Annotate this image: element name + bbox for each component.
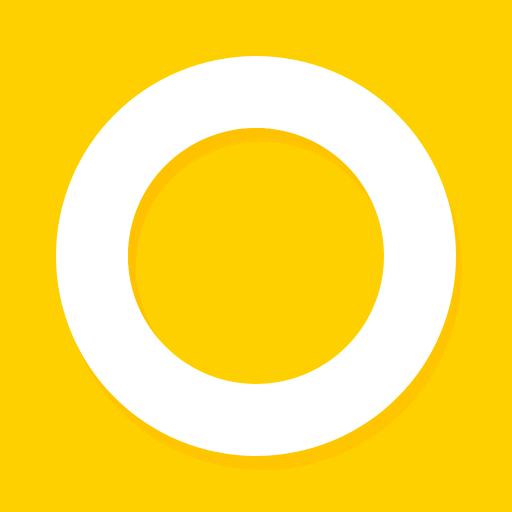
app-icon [0,0,512,512]
ring-icon [0,0,512,512]
